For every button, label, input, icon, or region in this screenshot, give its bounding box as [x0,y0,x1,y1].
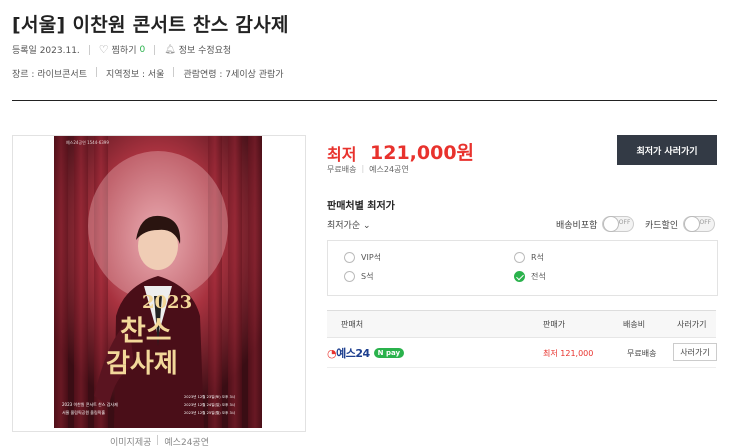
column-header: 판매처 [341,320,364,329]
chevron-down-icon: ⌄ [363,221,371,231]
divider [173,67,175,77]
toggle-state: OFF [618,219,631,226]
table-header: 판매처 판매가 배송비 사러가기 [327,310,716,338]
seat-option-s[interactable]: S석 [344,271,373,282]
column-header: 배송비 [623,320,646,329]
poster-year: 2023 [142,292,192,313]
shipping-info: 무료배송 | 예스24공연 [327,164,409,175]
poster-title-2: 감사제 [106,349,178,379]
genre-info: 장르 : 라이브콘서트 [12,70,87,80]
lowest-price-label: 최저 [327,145,357,164]
image-caption-label: 이미지제공 [110,438,152,448]
yes24-logo: ◔예스24 [327,347,370,360]
title-divider [12,100,717,101]
column-header: 판매가 [543,320,566,329]
page-title: [서울] 이찬원 콘서트 찬스 감사제 [12,14,289,36]
poster-line-1: 2023 이찬원 콘서트 찬스 감사제 [62,401,118,407]
toggle-switch[interactable]: OFF [683,216,716,232]
heart-icon: ♡ [98,43,109,56]
npay-badge: N pay [373,348,405,358]
poster-date-3: 2023년 12월 25일(월) 오후 3시 [184,410,235,415]
region-info: 지역정보 : 서울 [106,70,165,80]
row-price: 최저 121,000 [543,349,594,358]
shipping-label: 무료배송 [327,165,357,174]
age-info: 관람연령 : 7세이상 관람가 [183,70,284,80]
check-icon [514,271,525,282]
radio-icon [514,252,525,263]
seat-option-r[interactable]: R석 [514,252,544,263]
product-poster[interactable]: 예스24공연 1544-6399 2023 찬스 감사제 2023 이찬원 콘서… [54,136,262,428]
seat-filter-box: VIP석 R석 S석 전석 [327,240,718,296]
wish-label: 찜하기 [111,46,137,56]
row-buy-button[interactable]: 사러가기 [673,343,717,361]
toggle-switch[interactable]: OFF [602,216,635,232]
divider [96,67,97,77]
toggle-label: 배송비포함 [556,220,598,231]
seller-label: 예스24공연 [369,165,409,174]
toggle-state: OFF [699,219,712,226]
seat-option-all[interactable]: 전석 [514,271,546,282]
radio-icon [344,252,355,263]
meta-row: 등록일 2023.11. ♡ 찜하기 0 🔔︎ 정보 수정요청 [12,43,231,56]
image-caption-source: 예스24공연 [164,438,209,448]
image-caption: 이미지제공 예스24공연 [110,435,209,448]
registered-date: 등록일 2023.11. [12,46,80,56]
divider [154,44,156,55]
info-row: 장르 : 라이브콘서트 지역정보 : 서울 관람연령 : 7세이상 관람가 [12,67,284,80]
seat-label: R석 [531,253,544,262]
poster-title-1: 찬스 [120,314,172,347]
buy-lowest-button[interactable]: 최저가 사러가기 [617,135,717,165]
toggle-label: 카드할인 [645,220,679,231]
poster-date-1: 2023년 12월 23일(토) 오후 3시 [184,394,235,399]
divider [157,435,159,445]
poster-brand: 예스24공연 1544-6399 [66,139,109,145]
report-label: 정보 수정요청 [178,46,232,56]
bell-icon: 🔔︎ [164,44,176,55]
poster-line-2: 서울 올림픽공원 올림픽홀 [62,409,105,415]
wish-count: 0 [139,44,146,55]
radio-icon [344,271,355,282]
sort-label: 최저가순 [327,221,361,231]
wish-button[interactable]: ♡ 찜하기 0 [99,43,145,56]
seat-label: 전석 [531,272,546,281]
seller-logo[interactable]: ◔예스24 N pay [327,345,405,361]
row-shipping: 무료배송 [627,349,657,358]
lowest-price-value: 121,000원 [370,142,475,164]
divider [88,44,90,55]
report-button[interactable]: 🔔︎ 정보 수정요청 [164,43,232,57]
poster-image: 예스24공연 1544-6399 2023 찬스 감사제 2023 이찬원 콘서… [54,136,262,428]
section-title: 판매처별 최저가 [327,201,395,212]
column-header: 사러가기 [677,320,707,329]
toggle-card[interactable]: 카드할인 OFF [645,216,716,232]
divider: | [361,164,365,173]
poster-date-2: 2023년 12월 24일(일) 오후 3시 [184,402,235,407]
seat-label: S석 [361,272,374,281]
toggle-shipping[interactable]: 배송비포함 OFF [556,216,635,232]
seat-label: VIP석 [361,253,382,262]
sort-dropdown[interactable]: 최저가순 ⌄ [327,218,371,231]
table-row: ◔예스24 N pay 최저 121,000 무료배송 사러가기 [327,337,717,368]
seat-option-vip[interactable]: VIP석 [344,252,381,263]
